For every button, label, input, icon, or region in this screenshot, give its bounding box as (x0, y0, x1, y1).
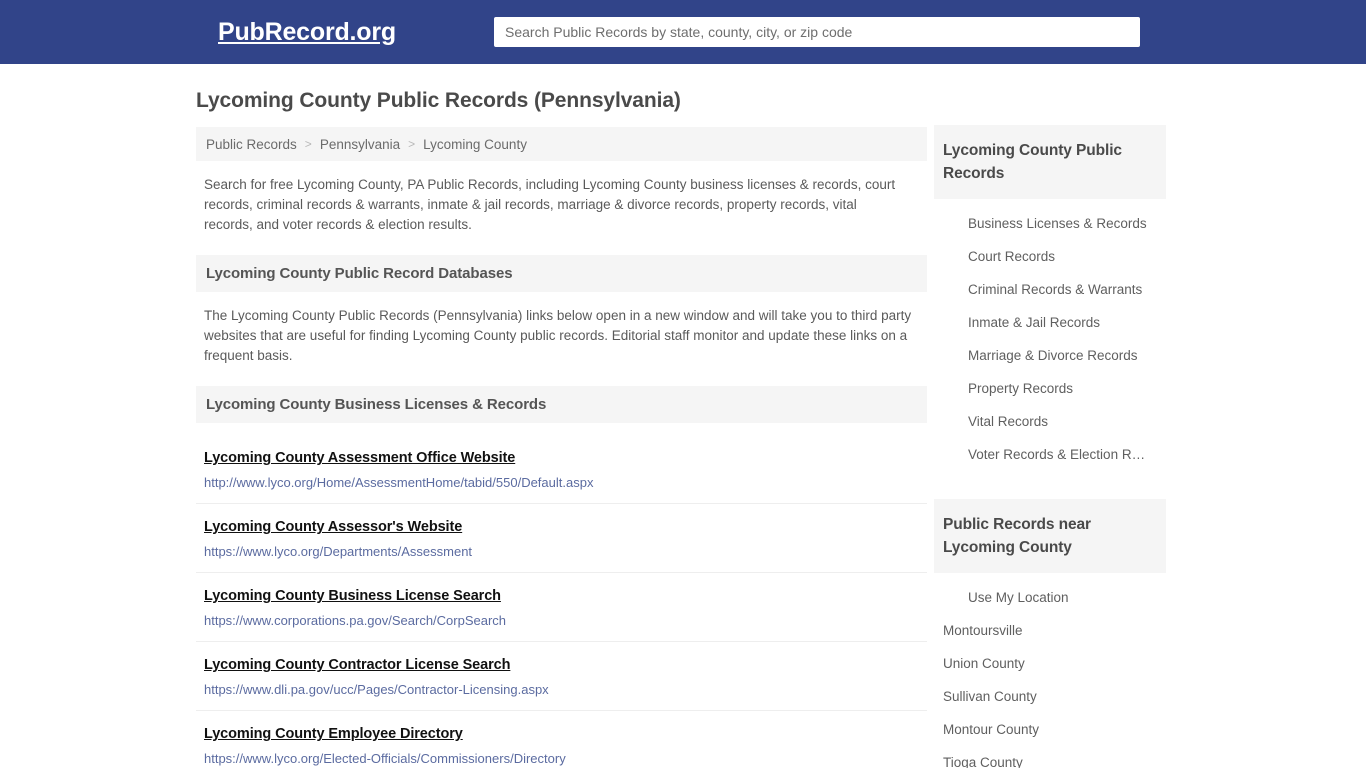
record-link-title[interactable]: Lycoming County Assessment Office Websit… (204, 450, 515, 466)
section-title: Lycoming County Business Licenses & Reco… (206, 396, 547, 414)
sidebar-item-tioga-county[interactable]: Tioga County (934, 746, 1166, 768)
record-link-url[interactable]: https://www.lyco.org/Elected-Officials/C… (204, 751, 919, 766)
sidebar-item-montoursville[interactable]: Montoursville (934, 614, 1166, 647)
page-title: Lycoming County Public Records (Pennsylv… (196, 89, 681, 112)
record-link-title[interactable]: Lycoming County Employee Directory (204, 726, 463, 742)
record-link-url[interactable]: http://www.lyco.org/Home/AssessmentHome/… (204, 475, 919, 490)
sidebar-item-court-records[interactable]: Court Records (934, 240, 1166, 273)
list-item[interactable]: Lycoming County Assessment Office Websit… (196, 433, 927, 505)
record-link-title[interactable]: Lycoming County Assessor's Website (204, 519, 462, 535)
sidebar-panel-title: Public Records near Lycoming County (943, 516, 1091, 556)
sidebar-nearby-list: Use My Location Montoursville Union Coun… (934, 573, 1166, 768)
search-input[interactable] (494, 17, 1140, 47)
breadcrumb-separator-icon: > (304, 137, 312, 152)
section-header-business-licenses: Lycoming County Business Licenses & Reco… (196, 386, 927, 424)
breadcrumb-separator-icon: > (408, 137, 416, 152)
site-logo[interactable]: PubRecord.org (218, 20, 396, 45)
sidebar-item-property-records[interactable]: Property Records (934, 372, 1166, 405)
list-item[interactable]: Lycoming County Contractor License Searc… (196, 642, 927, 712)
record-link-url[interactable]: https://www.corporations.pa.gov/Search/C… (204, 613, 919, 628)
sidebar: Lycoming County Public Records Business … (934, 125, 1166, 768)
breadcrumb-item-lycoming-county[interactable]: Lycoming County (423, 137, 527, 152)
record-link-url[interactable]: https://www.dli.pa.gov/ucc/Pages/Contrac… (204, 682, 919, 697)
site-header: PubRecord.org (0, 0, 1366, 64)
sidebar-item-business-licenses[interactable]: Business Licenses & Records (934, 207, 1166, 240)
list-item[interactable]: Lycoming County Assessor's Website https… (196, 504, 927, 574)
record-link-url[interactable]: https://www.lyco.org/Departments/Assessm… (204, 544, 919, 559)
sidebar-item-voter-records[interactable]: Voter Records & Election R… (934, 438, 1166, 471)
intro-paragraph: Search for free Lycoming County, PA Publ… (204, 177, 896, 233)
breadcrumb-item-public-records[interactable]: Public Records (206, 137, 297, 152)
databases-paragraph: The Lycoming County Public Records (Penn… (204, 308, 912, 364)
sidebar-panel-title: Lycoming County Public Records (943, 142, 1122, 182)
sidebar-item-sullivan-county[interactable]: Sullivan County (934, 680, 1166, 713)
search-box[interactable] (494, 17, 1140, 47)
sidebar-item-union-county[interactable]: Union County (934, 647, 1166, 680)
section-title: Lycoming County Public Record Databases (206, 265, 513, 283)
list-item[interactable]: Lycoming County Business License Search … (196, 573, 927, 643)
section-header-databases: Lycoming County Public Record Databases (196, 255, 927, 293)
sidebar-item-use-my-location[interactable]: Use My Location (934, 581, 1166, 614)
sidebar-item-inmate-jail-records[interactable]: Inmate & Jail Records (934, 306, 1166, 339)
sidebar-nearby-block: Public Records near Lycoming County Use … (934, 499, 1166, 768)
sidebar-records-list: Business Licenses & Records Court Record… (934, 199, 1166, 471)
business-link-list: Lycoming County Assessment Office Websit… (196, 433, 927, 768)
sidebar-item-criminal-records[interactable]: Criminal Records & Warrants (934, 273, 1166, 306)
sidebar-item-montour-county[interactable]: Montour County (934, 713, 1166, 746)
sidebar-panel-header-records: Lycoming County Public Records (934, 125, 1166, 199)
sidebar-item-vital-records[interactable]: Vital Records (934, 405, 1166, 438)
page-body: Lycoming County Public Records (Pennsylv… (0, 64, 1366, 768)
sidebar-panel-header-nearby: Public Records near Lycoming County (934, 499, 1166, 573)
breadcrumb: Public Records > Pennsylvania > Lycoming… (196, 127, 927, 162)
breadcrumb-item-pennsylvania[interactable]: Pennsylvania (320, 137, 400, 152)
sidebar-item-marriage-divorce-records[interactable]: Marriage & Divorce Records (934, 339, 1166, 372)
record-link-title[interactable]: Lycoming County Business License Search (204, 588, 501, 604)
main-content: Lycoming County Public Records (Pennsylv… (196, 64, 927, 768)
record-link-title[interactable]: Lycoming County Contractor License Searc… (204, 657, 510, 673)
list-item[interactable]: Lycoming County Employee Directory https… (196, 711, 927, 768)
